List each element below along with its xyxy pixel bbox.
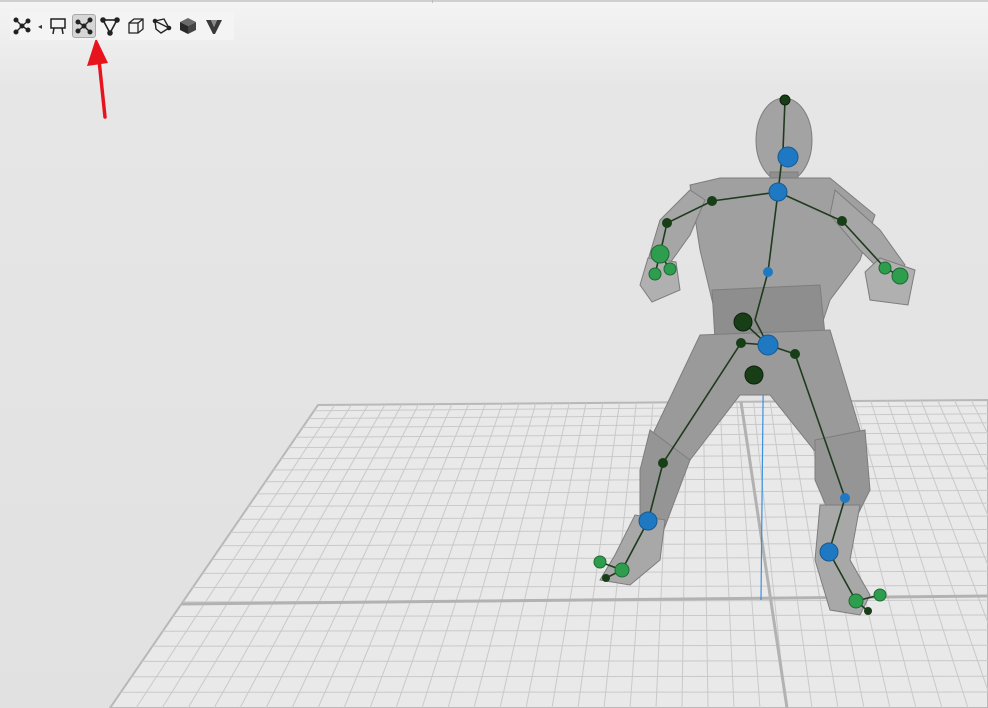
joint-right-hand[interactable] bbox=[891, 267, 909, 285]
joint-neck[interactable] bbox=[768, 182, 788, 202]
joint-right-knee[interactable] bbox=[840, 493, 850, 503]
joint-left-foot[interactable] bbox=[614, 562, 630, 578]
joint-left-wrist[interactable] bbox=[650, 244, 670, 264]
joint-right-foot[interactable] bbox=[848, 593, 864, 609]
arrow-shaft bbox=[97, 58, 107, 119]
joint-right-wrist[interactable] bbox=[878, 261, 892, 275]
joint-left-knee[interactable] bbox=[658, 458, 668, 468]
joint-left-ankle[interactable] bbox=[638, 511, 658, 531]
edit-mesh-button[interactable] bbox=[150, 14, 174, 38]
wireframe-box-icon bbox=[128, 18, 144, 34]
joint-right-ankle[interactable] bbox=[819, 542, 839, 562]
joint-pelvis[interactable] bbox=[757, 334, 779, 356]
viewport-toolbar: ◂ bbox=[10, 12, 234, 40]
camera-view-button[interactable] bbox=[46, 14, 70, 38]
solid-box-icon bbox=[180, 18, 196, 34]
joint-spine[interactable] bbox=[733, 312, 753, 332]
skeleton-mode-icon bbox=[13, 17, 31, 35]
joint-left-toe[interactable] bbox=[593, 555, 607, 569]
toolbar-expand-caret-icon[interactable]: ◂ bbox=[36, 14, 44, 38]
shading-mode-icon bbox=[206, 20, 222, 34]
joint-hip-center[interactable] bbox=[744, 365, 764, 385]
joints-tool-icon bbox=[75, 17, 93, 35]
solid-box-button[interactable] bbox=[176, 14, 200, 38]
joint-chest[interactable] bbox=[763, 267, 773, 277]
joint-right-shoulder[interactable] bbox=[837, 216, 847, 226]
joint-left-hand-b[interactable] bbox=[663, 262, 677, 276]
joint-head-top[interactable] bbox=[779, 94, 791, 106]
edit-mesh-icon bbox=[152, 18, 172, 34]
arrow-head bbox=[87, 38, 108, 66]
skeleton-mode-button[interactable] bbox=[10, 14, 34, 38]
joints-tool-button[interactable] bbox=[72, 14, 96, 38]
joint-right-toe[interactable] bbox=[873, 588, 887, 602]
bones-tool-icon bbox=[100, 17, 120, 36]
bones-tool-button[interactable] bbox=[98, 14, 122, 38]
shading-mode-button[interactable] bbox=[202, 14, 226, 38]
joint-head[interactable] bbox=[777, 146, 799, 168]
wireframe-box-button[interactable] bbox=[124, 14, 148, 38]
joint-right-heel[interactable] bbox=[864, 607, 872, 615]
scene-canvas[interactable] bbox=[0, 0, 988, 708]
joint-left-heel[interactable] bbox=[602, 574, 610, 582]
joint-left-shoulder[interactable] bbox=[707, 196, 717, 206]
joint-left-hand-a[interactable] bbox=[648, 267, 662, 281]
joint-right-hip[interactable] bbox=[790, 349, 800, 359]
joint-left-hip[interactable] bbox=[736, 338, 746, 348]
camera-view-icon bbox=[50, 18, 66, 35]
grid-line-h bbox=[131, 675, 988, 678]
3d-viewport[interactable]: ◂ bbox=[0, 0, 988, 708]
joint-left-elbow[interactable] bbox=[662, 218, 672, 228]
annotation-arrow bbox=[87, 38, 108, 119]
